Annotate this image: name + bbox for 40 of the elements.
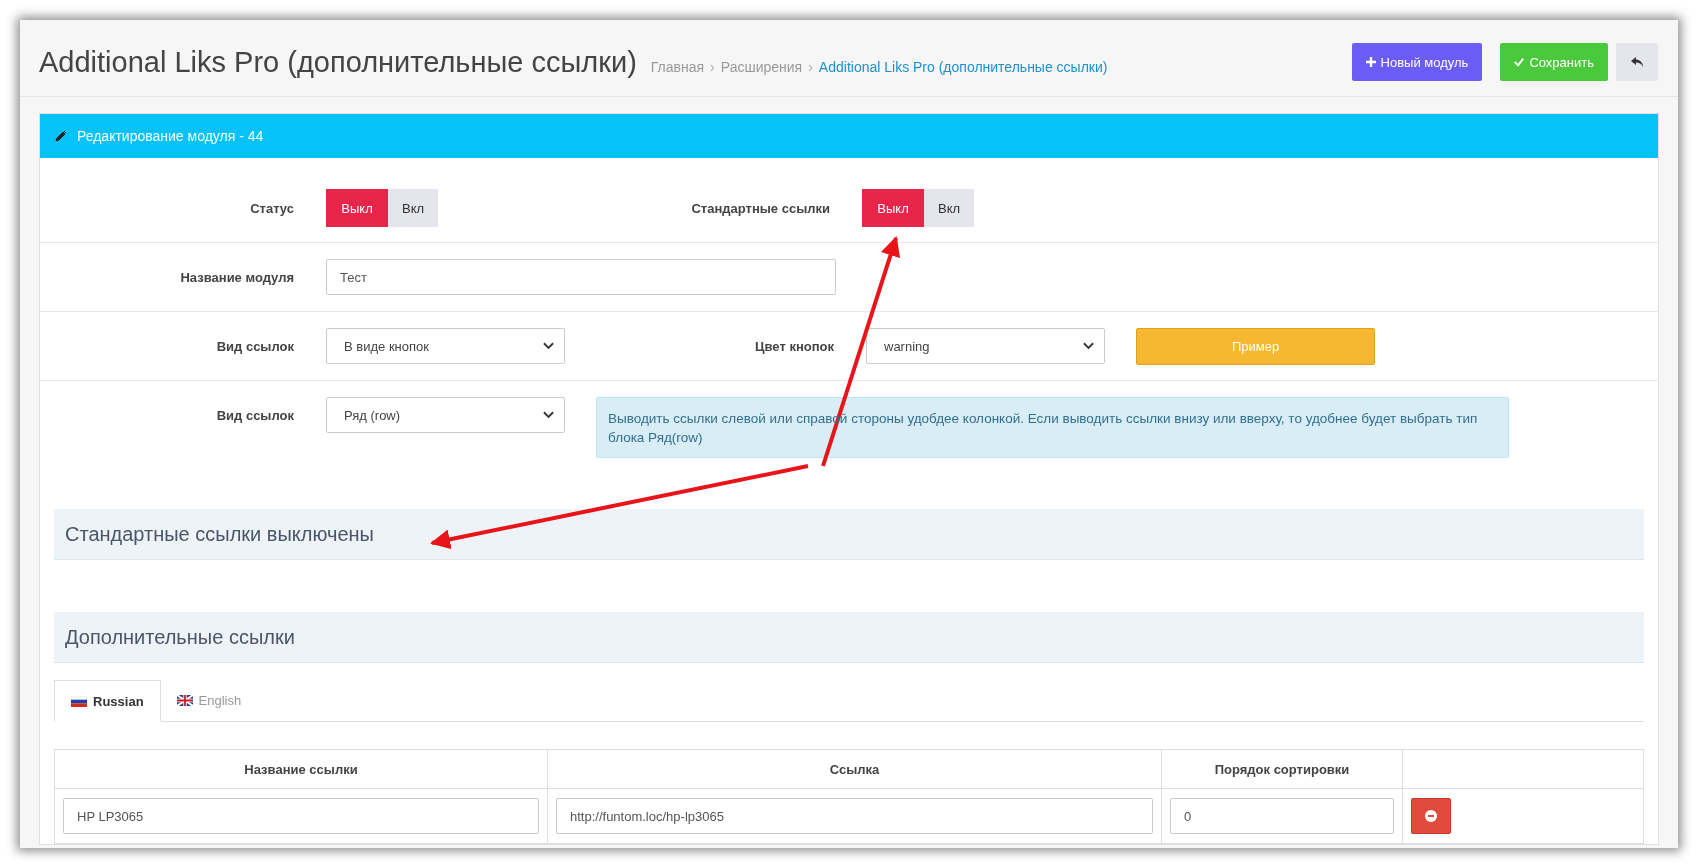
chevron-down-icon: [543, 411, 554, 419]
table-input[interactable]: HP LP3065: [63, 798, 539, 834]
column-header: Порядок сортировки: [1161, 749, 1403, 789]
british-flag-icon: [176, 695, 193, 706]
new-module-button[interactable]: Новый модуль: [1351, 43, 1483, 81]
plus-icon: [1365, 57, 1376, 67]
field-label: Цвет кнопок: [754, 338, 835, 354]
toggle-option[interactable]: Выкл: [326, 189, 388, 227]
text-input[interactable]: Тест: [326, 259, 836, 295]
toggle-option[interactable]: Вкл: [924, 189, 974, 227]
minus-circle-icon: [1425, 810, 1437, 822]
table-input[interactable]: http://funtom.loc/hp-lp3065: [556, 798, 1153, 834]
toggle-option[interactable]: Выкл: [862, 189, 924, 227]
reply-arrow-icon: [1630, 56, 1644, 68]
check-icon: [1514, 57, 1525, 67]
back-button[interactable]: [1616, 43, 1658, 81]
pencil-icon: [55, 130, 67, 142]
field-label: Название модуля: [179, 269, 295, 285]
table-input[interactable]: 0: [1170, 798, 1394, 834]
breadcrumb-separator: ›: [808, 58, 813, 75]
remove-button[interactable]: [1411, 798, 1451, 834]
select-field[interactable]: Ряд (row): [326, 397, 565, 433]
panel-title: Редактирование модуля - 44: [77, 128, 264, 144]
column-header: Название ссылки: [54, 749, 548, 789]
chevron-down-icon: [1083, 342, 1094, 350]
column-header: Ссылка: [547, 749, 1162, 789]
language-tab[interactable]: Russian: [54, 680, 161, 722]
field-label: Вид ссылок: [215, 338, 295, 354]
select-field[interactable]: warning: [866, 328, 1105, 364]
select-field[interactable]: В виде кнопок: [326, 328, 565, 364]
section-heading: Дополнительные ссылки: [54, 612, 1644, 663]
breadcrumb-separator: ›: [710, 58, 715, 75]
field-label: Статус: [249, 200, 295, 216]
section-heading: Стандартные ссылки выключены: [54, 509, 1644, 560]
field-label: Вид ссылок: [215, 407, 295, 423]
field-label: Стандартные ссылки: [690, 200, 831, 216]
russian-flag-icon: [71, 695, 87, 707]
page-title: Additional Liks Pro (дополнительные ссылки): [39, 45, 637, 79]
chevron-down-icon: [543, 342, 554, 350]
toggle-option[interactable]: Вкл: [388, 189, 438, 227]
